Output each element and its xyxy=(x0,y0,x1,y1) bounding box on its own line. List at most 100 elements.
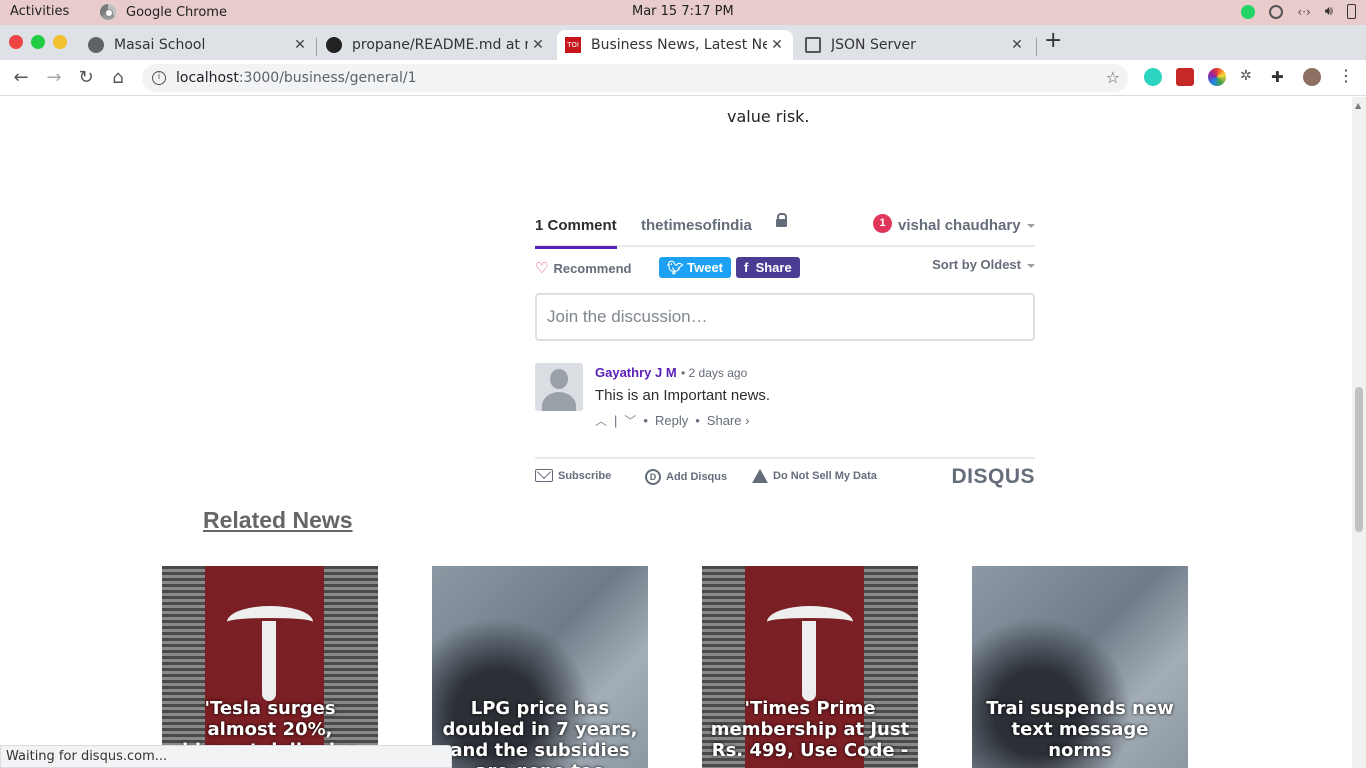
site-info-icon[interactable]: i xyxy=(152,71,166,85)
do-not-sell-link[interactable]: Do Not Sell My Data xyxy=(752,469,877,483)
puzzle-icon[interactable]: ✚ xyxy=(1271,68,1289,86)
tab-separator xyxy=(316,38,317,56)
new-tab-button[interactable]: + xyxy=(1044,30,1062,52)
comment-text: This is an Important news. xyxy=(595,387,771,404)
avatar[interactable] xyxy=(535,363,583,411)
user-menu[interactable]: vishal chaudhary xyxy=(898,217,1035,234)
subscribe-link[interactable]: Subscribe xyxy=(535,469,611,482)
related-card[interactable]: Trai suspends new text message norms xyxy=(972,566,1188,768)
close-window-button[interactable] xyxy=(9,35,23,49)
bookmark-star-icon[interactable]: ☆ xyxy=(1106,68,1120,87)
color-picker-icon[interactable] xyxy=(1208,68,1226,86)
tab-github-readme[interactable]: propane/README.md at r ✕ xyxy=(318,30,554,60)
home-icon[interactable]: ⌂ xyxy=(107,67,129,88)
close-tab-icon[interactable]: ✕ xyxy=(528,37,548,53)
bug-icon[interactable]: ✲ xyxy=(1240,68,1258,86)
forward-icon[interactable]: → xyxy=(43,67,65,88)
tab-forum[interactable]: thetimesofindia xyxy=(641,217,752,234)
article-text: value risk. xyxy=(727,107,810,126)
tab-json-server[interactable]: JSON Server ✕ xyxy=(797,30,1033,60)
related-card[interactable]: 'Tesla surges almost 20%, biggest daily … xyxy=(162,566,378,768)
article-tail-text: value risk. xyxy=(727,107,810,126)
volume-icon[interactable]: 🔊︎ xyxy=(1325,4,1333,19)
scroll-up-icon[interactable]: ▲ xyxy=(1355,101,1361,110)
disqus-actions: ♡ Recommend 🐦︎ Tweet f Share Sort by Old… xyxy=(535,247,1035,293)
heart-icon: ♡ xyxy=(535,260,549,277)
app-name: Google Chrome xyxy=(126,4,227,20)
sort-dropdown[interactable]: Sort by Oldest xyxy=(932,257,1035,272)
vote-divider: | xyxy=(614,413,618,428)
upvote-icon[interactable]: ︿ xyxy=(595,412,607,429)
system-tray[interactable]: ‹·› 🔊︎ xyxy=(1241,4,1356,19)
tweet-label: Tweet xyxy=(687,260,724,275)
github-icon xyxy=(326,37,342,53)
comment-placeholder: Join the discussion… xyxy=(547,307,708,326)
close-tab-icon[interactable]: ✕ xyxy=(290,37,310,53)
tab-comments[interactable]: 1 Comment xyxy=(535,217,617,249)
downvote-icon[interactable]: ﹀ xyxy=(624,412,636,429)
tab-business-news[interactable]: TOI Business News, Latest Ne ✕ xyxy=(557,30,793,60)
avatar[interactable] xyxy=(1303,68,1321,86)
address-bar[interactable]: i localhost:3000/business/general/1 ☆ xyxy=(142,64,1128,92)
page-content: value risk. 1 Comment thetimesofindia 1 … xyxy=(0,97,1352,768)
reload-icon[interactable]: ↻ xyxy=(75,67,97,88)
facebook-share-button[interactable]: f Share xyxy=(736,257,800,278)
disqus-d-icon: D xyxy=(645,469,661,485)
tab-title: propane/README.md at r xyxy=(352,37,528,53)
recommend-button[interactable]: ♡ Recommend xyxy=(535,259,631,277)
chevron-down-icon xyxy=(1027,263,1035,268)
url-path: :3000/business/general/1 xyxy=(238,70,417,86)
url-text[interactable]: localhost:3000/business/general/1 xyxy=(176,70,416,86)
menu-icon[interactable]: ⋮ xyxy=(1338,68,1356,86)
share-link[interactable]: Share › xyxy=(707,413,750,428)
comment-time[interactable]: • 2 days ago xyxy=(681,366,747,380)
scrollbar-thumb[interactable] xyxy=(1355,387,1363,532)
comment-input[interactable]: Join the discussion… xyxy=(535,293,1035,341)
activities-button[interactable]: Activities xyxy=(10,4,69,19)
related-card[interactable]: LPG price has doubled in 7 years, and th… xyxy=(432,566,648,768)
disqus-thread: 1 Comment thetimesofindia 1 vishal chaud… xyxy=(535,207,1035,497)
comment-author[interactable]: Gayathry J M xyxy=(595,365,677,380)
notification-badge[interactable]: 1 xyxy=(873,214,892,233)
warning-icon xyxy=(752,469,768,483)
toi-icon: TOI xyxy=(565,37,581,53)
comment-item: Gayathry J M • 2 days ago This is an Imp… xyxy=(535,363,1035,457)
comment-footer: ︿ | ﹀ • Reply • Share › xyxy=(595,412,749,429)
page-scrollbar[interactable]: ▲ xyxy=(1352,97,1366,768)
close-tab-icon[interactable]: ✕ xyxy=(1007,37,1027,53)
tab-masai-school[interactable]: Masai School ✕ xyxy=(80,30,316,60)
user-name: vishal chaudhary xyxy=(898,217,1021,234)
minimize-window-button[interactable] xyxy=(53,35,67,49)
maximize-window-button[interactable] xyxy=(31,35,45,49)
tab-title: JSON Server xyxy=(831,37,916,53)
whatsapp-icon[interactable] xyxy=(1241,4,1256,19)
envelope-icon xyxy=(535,469,553,482)
app-menu[interactable]: Google Chrome xyxy=(100,4,227,20)
twitter-icon: 🐦︎ xyxy=(667,260,688,275)
reply-link[interactable]: Reply xyxy=(655,413,688,428)
dot-separator: • xyxy=(695,413,700,428)
related-news-heading: Related News xyxy=(203,507,353,533)
settings-icon[interactable] xyxy=(1269,4,1284,19)
lock-icon[interactable] xyxy=(776,213,787,229)
network-icon[interactable]: ‹·› xyxy=(1297,5,1310,19)
add-disqus-link[interactable]: D Add Disqus xyxy=(645,469,727,485)
browser-toolbar: ← → ↻ ⌂ i localhost:3000/business/genera… xyxy=(0,60,1366,96)
disqus-logo[interactable]: DISQUS xyxy=(951,465,1035,489)
share-label: Share xyxy=(755,260,792,275)
extension-icon[interactable] xyxy=(1144,68,1162,86)
tweet-button[interactable]: 🐦︎ Tweet xyxy=(659,257,732,278)
dot-separator: • xyxy=(643,413,648,428)
related-card-caption: Trai suspends new text message norms xyxy=(986,698,1174,761)
tab-separator xyxy=(1036,38,1037,56)
back-icon[interactable]: ← xyxy=(10,67,32,88)
clock[interactable]: Mar 15 7:17 PM xyxy=(632,4,734,19)
subscribe-label: Subscribe xyxy=(558,469,612,482)
close-tab-icon[interactable]: ✕ xyxy=(767,37,787,53)
extension-icon[interactable] xyxy=(1176,68,1194,86)
battery-icon[interactable] xyxy=(1347,4,1356,19)
recommend-label: Recommend xyxy=(553,260,632,276)
related-card[interactable]: 'Times Prime membership at Just Rs. 499,… xyxy=(702,566,918,768)
tab-title: Business News, Latest Ne xyxy=(591,37,767,53)
globe-icon xyxy=(88,37,104,53)
